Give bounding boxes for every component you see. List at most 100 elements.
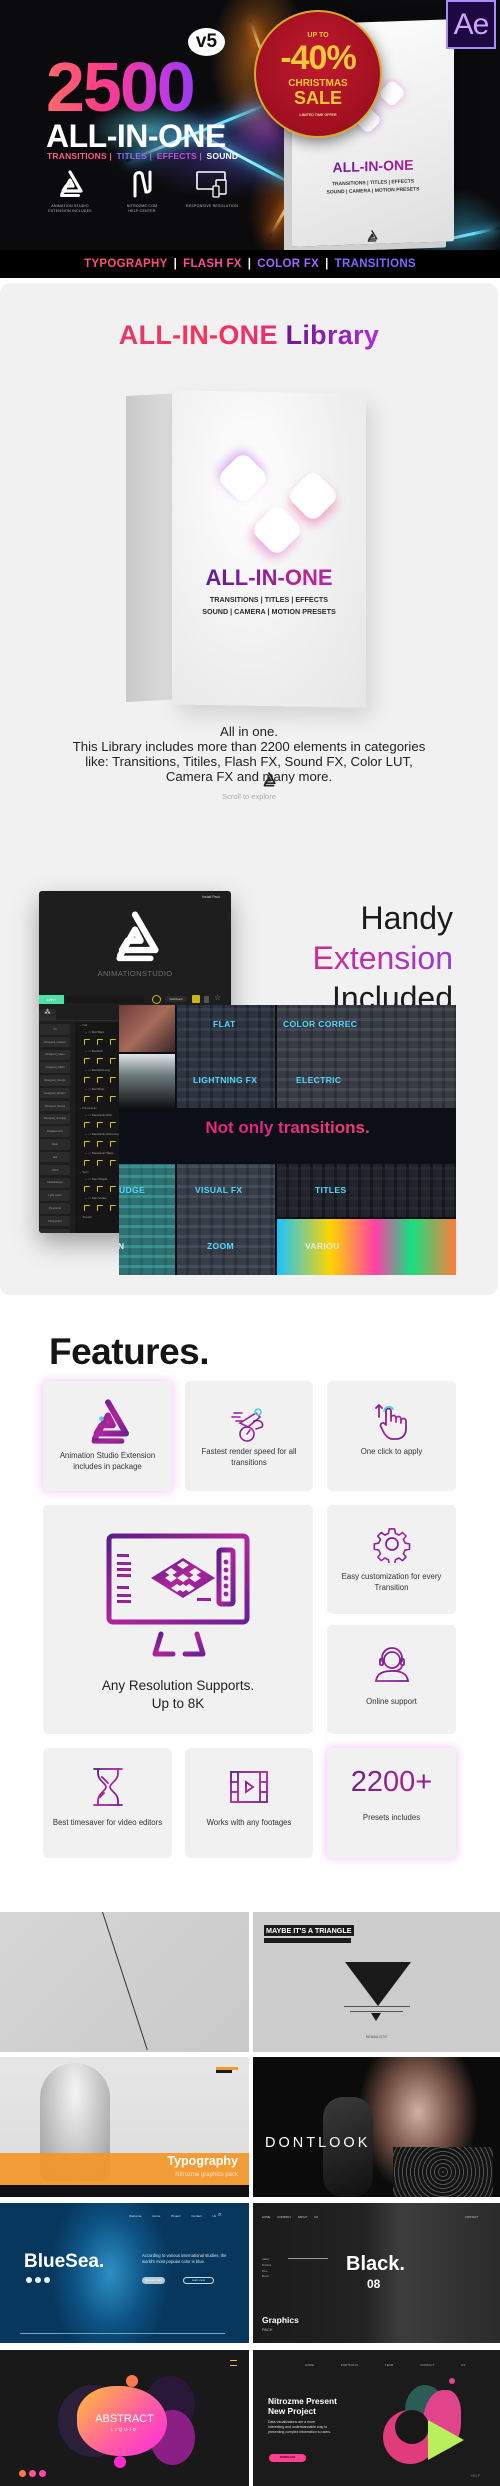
- menu-item[interactable]: Blocks: [262, 2275, 271, 2281]
- feature-text: Best timesaver for video editors: [52, 1818, 163, 1827]
- preset-thumbnail-icon[interactable]: [97, 1121, 103, 1128]
- nav-link[interactable]: ABOUT US: [298, 2215, 318, 2219]
- preset-thumbnail-icon[interactable]: [84, 1095, 90, 1102]
- tab-presets[interactable]: ⁂: [39, 1009, 56, 1021]
- category-item[interactable]: Kaleidoscope: [40, 1177, 70, 1189]
- showcase-number: 08: [367, 2277, 381, 2291]
- preset-thumbnail-icon[interactable]: [97, 1185, 103, 1192]
- nav-link[interactable]: CONTACT US: [420, 2363, 465, 2367]
- preset-thumbnail-icon[interactable]: [110, 1057, 116, 1064]
- nav-link[interactable]: COMPANY: [277, 2215, 291, 2219]
- nav-link[interactable]: HOME: [262, 2215, 270, 2219]
- preset-thumbnail-icon[interactable]: [110, 1038, 116, 1045]
- preset-thumbnail-icon[interactable]: [110, 1159, 116, 1166]
- nav-link[interactable]: Welcome: [129, 2214, 141, 2218]
- facebook-icon[interactable]: [35, 2277, 41, 2283]
- search-input[interactable]: [66, 996, 144, 1003]
- preset-thumbnail-icon[interactable]: [97, 1095, 103, 1102]
- preset-thumbnail-icon[interactable]: [84, 1038, 90, 1045]
- category-item[interactable]: Flat: [40, 1151, 70, 1163]
- category-item[interactable]: Light Leaks: [40, 1190, 70, 1201]
- preset-thumbnail-icon[interactable]: [84, 1204, 90, 1211]
- dashboard-button[interactable]: Dashboard: [165, 996, 187, 1002]
- showcase-subtitle: Nitrozme graphics pack: [175, 2172, 238, 2178]
- search-icon[interactable]: ⌕: [218, 2212, 221, 2219]
- preset-thumbnail-icon[interactable]: [110, 1095, 116, 1102]
- preset-thumbnail-icon[interactable]: [84, 1185, 90, 1192]
- showcase-thumb-abstract[interactable]: ABSTRACT LIQUID: [0, 2350, 249, 2486]
- category-item[interactable]: Designed_Cartoon: [40, 1036, 70, 1048]
- title-line: New Project: [268, 2406, 316, 2416]
- preset-thumbnail-icon[interactable]: [97, 1038, 103, 1045]
- category-item[interactable]: Displacement: [40, 1126, 70, 1137]
- preset-thumbnail-icon[interactable]: [110, 1140, 116, 1147]
- menu-item[interactable]: Products: [262, 2264, 271, 2270]
- preset-thumbnail-icon[interactable]: [110, 1076, 116, 1083]
- nav-link[interactable]: Home: [152, 2214, 160, 2218]
- preset-thumbnail-icon[interactable]: [110, 1121, 116, 1128]
- nav-link[interactable]: HOME: [305, 2363, 314, 2367]
- scarf-texture: [393, 2147, 493, 2197]
- vimeo-icon[interactable]: [29, 2470, 36, 2477]
- nav-link[interactable]: Project: [171, 2214, 180, 2218]
- preset-thumbnail-icon[interactable]: [110, 1204, 116, 1211]
- preset-thumbnail-icon[interactable]: [97, 1076, 103, 1083]
- preset-thumbnail-icon[interactable]: [84, 1057, 90, 1064]
- contact-link[interactable]: CONTACT: [465, 2215, 478, 2219]
- grid-view-icon[interactable]: [192, 995, 200, 1003]
- instagram-icon[interactable]: [19, 2470, 26, 2477]
- sale-discount: -40%: [280, 39, 356, 77]
- learn-more-button[interactable]: Learn more: [183, 2277, 214, 2284]
- category-item[interactable]: Designed_Smoke: [40, 1100, 70, 1112]
- preset-thumbnail-icon[interactable]: [84, 1140, 90, 1147]
- category-item[interactable]: Shapes: [40, 1228, 70, 1233]
- download-button[interactable]: DOWNLOAD: [269, 2454, 306, 2462]
- category-item[interactable]: Perspective: [40, 1215, 70, 1227]
- category-item[interactable]: Fade: [40, 1139, 70, 1150]
- category-item[interactable]: Designed_Glitch: [40, 1062, 70, 1073]
- scroll-hint[interactable]: Scroll to explore: [0, 792, 498, 801]
- preset-thumbnail-icon[interactable]: [97, 1140, 103, 1147]
- nav-link[interactable]: Contact Us: [191, 2214, 216, 2218]
- help-link[interactable]: HELP: [471, 2474, 480, 2478]
- showcase-thumb-nitrozme[interactable]: HOME PORTFOLIO TEAM CONTACT US Nitrozme …: [253, 2350, 500, 2486]
- separator: |: [247, 258, 252, 270]
- preset-thumbnail-icon[interactable]: [97, 1057, 103, 1064]
- category-item[interactable]: Designed_Modern: [40, 1087, 70, 1099]
- apply-button[interactable]: APPLY: [39, 995, 64, 1004]
- discover-button[interactable]: Discover more: [142, 2277, 165, 2284]
- showcase-thumb-typography[interactable]: Typography Nitrozme graphics pack: [0, 2057, 249, 2197]
- box-title: ALL-IN-ONE: [292, 155, 454, 177]
- preset-thumbnail-icon[interactable]: [84, 1076, 90, 1083]
- render-speed-icon: [231, 1408, 264, 1442]
- preset-thumbnail-icon[interactable]: [97, 1204, 103, 1211]
- category-item[interactable]: Designed_Smudge: [40, 1113, 70, 1125]
- star-icon[interactable]: ☆: [214, 993, 221, 1002]
- showcase-thumb-dontlook[interactable]: DONTLOOK: [253, 2057, 500, 2197]
- category-item[interactable]: Glitch: [40, 1164, 70, 1176]
- install-pack-button[interactable]: Install Pack: [202, 895, 220, 899]
- nav-link[interactable]: PORTFOLIO: [341, 2363, 358, 2367]
- trash-icon[interactable]: [204, 996, 209, 1003]
- showcase-thumb-line[interactable]: [0, 1912, 249, 2052]
- showcase-thumb-triangle[interactable]: MAYBE IT'S A TRIANGLE MINIMALISTIC: [253, 1912, 500, 2052]
- feature-text: Easy customization for every Transition: [341, 1572, 442, 1592]
- gear-icon[interactable]: [152, 995, 161, 1004]
- preset-thumbnail-icon[interactable]: [84, 1121, 90, 1128]
- showcase-thumb-black[interactable]: HOME COMPANY ABOUT US CONTACT Gallery Pr…: [253, 2203, 500, 2343]
- preset-thumbnail-icon[interactable]: [110, 1185, 116, 1192]
- showcase-thumb-bluesea[interactable]: Welcome Home Project Contact Us ⌕ BlueSe…: [0, 2203, 249, 2343]
- twitter-icon[interactable]: [44, 2277, 50, 2283]
- nav-link[interactable]: TEAM: [385, 2363, 393, 2367]
- category-item[interactable]: Designed_Glass: [40, 1049, 70, 1061]
- category-item[interactable]: Designed_Grunge: [40, 1075, 70, 1086]
- preset-thumbnail-icon[interactable]: [97, 1159, 103, 1166]
- pinterest-icon[interactable]: [39, 2470, 46, 2477]
- category-item[interactable]: Panoramic: [40, 1203, 70, 1214]
- category-item[interactable]: All: [40, 1024, 70, 1035]
- sale-badge[interactable]: UP TO -40% CHRISTMAS SALE LIMITED TIME O…: [254, 10, 382, 138]
- menu-icon[interactable]: [230, 2360, 237, 2366]
- instagram-icon[interactable]: [26, 2277, 32, 2283]
- feature-caption: ANIMATION STUDIO: [51, 204, 89, 208]
- preset-thumbnail-icon[interactable]: [84, 1159, 90, 1166]
